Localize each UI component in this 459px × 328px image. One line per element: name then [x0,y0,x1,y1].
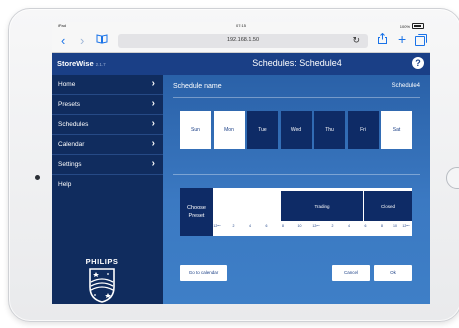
clock: 07:15 [235,23,246,28]
philips-shield-icon [89,268,115,303]
battery-icon [412,23,424,29]
sidebar-item-label: Calendar [58,141,85,148]
hour-tick: 8 [381,224,383,228]
day-thu[interactable]: Thu [314,111,345,149]
hour-tick: 10 [393,224,397,228]
sidebar: Home › Presets › Schedules › Calendar › … [52,75,163,304]
day-wed[interactable]: Wed [280,111,312,149]
sidebar-item-label: Home [58,81,76,88]
trading-block[interactable]: Trading [281,191,363,221]
trading-label: Trading [314,204,330,209]
forward-icon[interactable]: › [80,32,84,50]
sidebar-item-label: Settings [58,161,82,168]
day-selector: Sun Mon Tue Wed Thu Fri Sat [180,111,412,149]
front-camera [35,175,40,180]
sidebar-item-label: Help [58,181,72,188]
home-button[interactable] [446,167,459,189]
reload-icon[interactable]: ↻ [352,35,360,46]
day-mon[interactable]: Mon [213,111,245,149]
help-icon[interactable]: ? [412,57,424,69]
brand-name: StoreWise [57,59,94,68]
back-icon[interactable]: ‹ [61,32,65,50]
day-label: Tue [258,127,267,133]
version-label: 2.1.7 [95,62,106,67]
sidebar-item-calendar[interactable]: Calendar › [52,135,163,155]
ipad-screen: iPad 07:15 100% ‹ › 192.168.1.50 ↻ + Sto… [52,22,430,304]
divider [173,97,420,98]
philips-logo: PHILIPS [85,257,119,304]
hour-tick: 12ᵃᵐ [402,224,410,228]
day-tue[interactable]: Tue [247,111,278,149]
preset-timeline: Choose Preset Trading Closed 12ᵃᵐ 2 4 6 … [180,188,412,236]
day-label: Wed [290,127,302,133]
go-to-calendar-button[interactable]: Go to calendar [180,265,227,281]
closed-block[interactable]: Closed [364,191,412,221]
page-title: Schedules: Schedule4 [252,58,342,68]
hour-tick: 10 [297,224,302,228]
safari-toolbar: iPad 07:15 100% ‹ › 192.168.1.50 ↻ + [52,22,430,53]
ok-button[interactable]: Ok [374,265,412,281]
chevron-right-icon: › [151,118,155,129]
choose-preset-label: Preset [188,213,205,219]
hour-tick: 4 [348,224,350,228]
hour-tick: 12ᵖᵐ [312,224,320,228]
brand: StoreWise 2.1.7 [57,59,106,68]
day-label: Fri [360,127,366,133]
hour-scale: 12ᵃᵐ 2 4 6 8 10 12ᵖᵐ 2 4 6 8 10 12ᵃᵐ [213,224,412,234]
status-bar: iPad 07:15 100% [52,22,430,30]
schedule-name-field[interactable]: Schedule4 [392,83,420,89]
browser-nav: ‹ › 192.168.1.50 ↻ + [52,31,430,50]
day-fri[interactable]: Fri [347,111,379,149]
battery-percent: 100% [399,23,410,29]
chevron-right-icon: › [151,78,155,89]
app-header: StoreWise 2.1.7 Schedules: Schedule4 ? [52,53,430,75]
sidebar-item-home[interactable]: Home › [52,75,163,95]
hour-tick: 6 [265,224,268,228]
day-label: Mon [224,127,234,133]
sidebar-item-label: Schedules [58,121,89,128]
schedule-name-label: Schedule name [173,83,222,90]
share-icon[interactable] [378,32,387,47]
bookmarks-icon[interactable] [96,32,108,50]
main-content: Schedule name Schedule4 Sun Mon Tue Wed … [163,75,430,304]
sidebar-item-settings[interactable]: Settings › [52,155,163,175]
day-sun[interactable]: Sun [180,111,211,149]
hour-tick: 8 [282,224,284,228]
chevron-right-icon: › [151,98,155,109]
hour-tick: 2 [331,224,334,228]
logo-text: PHILIPS [85,257,119,266]
choose-preset-button[interactable]: Choose Preset [180,188,213,236]
cancel-button[interactable]: Cancel [332,265,370,281]
chevron-right-icon: › [151,158,155,169]
sidebar-item-help[interactable]: Help [52,175,163,194]
new-tab-icon[interactable]: + [398,31,406,47]
battery-indicator: 100% [400,23,424,29]
closed-label: Closed [380,204,395,209]
day-sat[interactable]: Sat [381,111,412,149]
hour-tick: 12ᵃᵐ [213,224,221,228]
day-label: Sun [191,127,200,133]
hour-tick: 4 [249,224,251,228]
divider [173,174,420,175]
sidebar-item-label: Presets [58,101,81,108]
sidebar-item-schedules[interactable]: Schedules › [52,115,163,135]
chevron-right-icon: › [151,138,155,149]
day-label: Sat [392,127,401,133]
day-label: Thu [325,127,334,133]
tabs-icon[interactable] [415,34,427,46]
choose-preset-label: Choose [187,205,206,211]
hour-tick: 2 [232,224,235,228]
page: iPad 07:15 100% ‹ › 192.168.1.50 ↻ + Sto… [0,0,459,328]
address-bar[interactable]: 192.168.1.50 ↻ [118,34,368,48]
url-text: 192.168.1.50 [226,37,260,43]
hour-tick: 6 [364,224,367,228]
sidebar-item-presets[interactable]: Presets › [52,95,163,115]
